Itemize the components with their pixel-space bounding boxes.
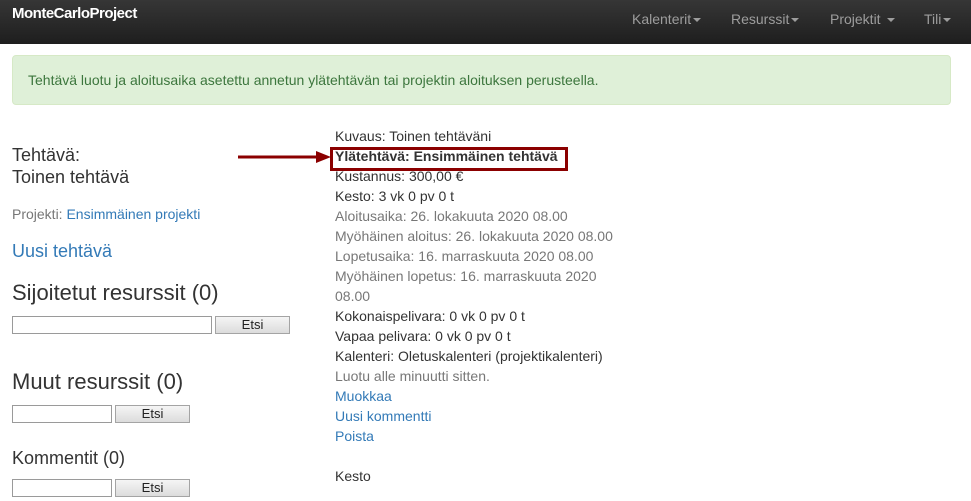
assigned-resources-heading: Sijoitetut resurssit (0) [12,280,219,305]
detail-description: Kuvaus: Toinen tehtäväni [335,128,492,144]
caret-down-icon [693,18,702,23]
top-navbar: MonteCarloProject Kalenterit Resurssit P… [0,0,971,44]
project-line: Projekti: Ensimmäinen projekti [12,204,200,224]
nav-projektit[interactable]: Projektit [830,9,895,29]
nav-item-label: Kalenterit [632,11,692,27]
edit-link[interactable]: Muokkaa [335,388,392,404]
project-link[interactable]: Ensimmäinen projekti [66,206,200,222]
project-label: Projekti: [12,206,63,222]
detail-late-start: Myöhäinen aloitus: 26. lokakuuta 2020 08… [335,228,613,244]
annotation-highlight-box [330,147,568,171]
nav-item-label: Projektit [830,11,881,27]
delete-row: Poista [335,426,625,446]
task-title-label: Tehtävä: [12,145,81,165]
nav-item-label: Resurssit [731,11,790,27]
caret-down-icon [886,18,895,23]
detail-calendar: Kalenteri: Oletuskalenteri (projektikale… [335,348,603,364]
detail-start: Aloitusaika: 26. lokakuuta 2020 08.00 [335,208,568,224]
edit-row: Muokkaa [335,386,625,406]
task-title: Tehtävä: Toinen tehtävä [12,144,129,188]
new-comment-link[interactable]: Uusi kommentti [335,408,431,424]
assigned-resources-search-input[interactable] [12,316,212,334]
delete-link[interactable]: Poista [335,428,374,444]
detail-duration: Kesto: 3 vk 0 pv 0 t [335,188,455,204]
brand-link[interactable]: MonteCarloProject [12,4,137,24]
comments-search-input[interactable] [12,479,112,497]
arrow-right-icon [238,151,331,163]
nav-kalenterit[interactable]: Kalenterit [632,9,702,29]
nav-item-label: Tili [924,11,942,27]
assigned-resources-search-button[interactable]: Etsi [215,316,290,334]
detail-free-float: Vapaa pelivara: 0 vk 0 pv 0 t [335,328,511,344]
duration-section-heading: Kesto [335,468,371,484]
task-title-name: Toinen tehtävä [12,167,130,187]
new-task-link[interactable]: Uusi tehtävä [12,240,112,262]
new-comment-row: Uusi kommentti [335,406,625,426]
nav-resurssit[interactable]: Resurssit [731,9,800,29]
other-resources-search-button[interactable]: Etsi [115,405,190,423]
nav-tili[interactable]: Tili [924,9,952,29]
detail-end: Lopetusaika: 16. marraskuuta 2020 08.00 [335,248,594,264]
detail-total-float: Kokonaispelivara: 0 vk 0 pv 0 t [335,308,525,324]
caret-down-icon [943,18,952,23]
comments-heading: Kommentit (0) [12,448,126,468]
comments-search-button[interactable]: Etsi [115,479,190,497]
success-alert: Tehtävä luotu ja aloitusaika asetettu an… [12,55,951,105]
other-resources-heading: Muut resurssit (0) [12,369,184,394]
other-resources-search-input[interactable] [12,405,112,423]
caret-down-icon [791,18,800,23]
detail-late-end: Myöhäinen lopetus: 16. marraskuuta 2020 … [335,268,597,304]
detail-created: Luotu alle minuutti sitten. [335,368,490,384]
task-details: Kuvaus: Toinen tehtäväni Ylätehtävä: Ens… [335,126,625,486]
